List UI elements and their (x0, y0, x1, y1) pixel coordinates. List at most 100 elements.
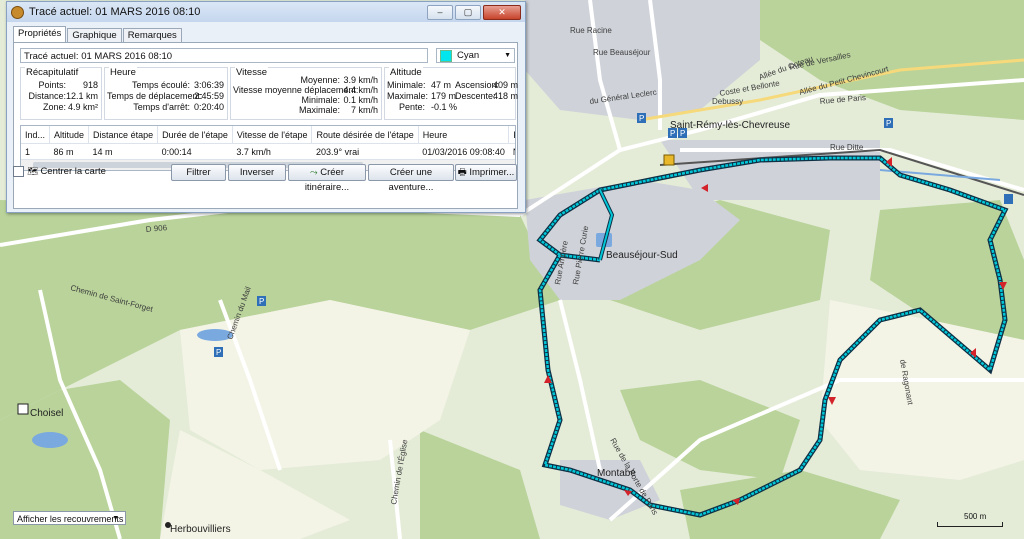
max-speed-value: 7 km/h (350, 105, 378, 115)
points-value: 918 (82, 80, 98, 90)
table-cell: 3.7 km/h (236, 146, 271, 157)
column-header[interactable]: Route désirée de l'étape (311, 126, 419, 144)
summary-title: Récapitulatif (25, 67, 80, 78)
descent-label: Descente: (455, 91, 496, 101)
altitude-group: Altitude Minimale: 47 m Maximale: 179 m … (384, 67, 519, 120)
slope-label: Pente: (399, 102, 426, 112)
map-icon: 🗺 (27, 166, 39, 176)
scale-bar-line (937, 522, 1003, 527)
close-button[interactable]: ✕ (483, 4, 521, 20)
center-map-checkbox[interactable]: 🗺 Centrer la carte (13, 166, 106, 177)
descent-value: 418 m (493, 91, 519, 101)
overlay-select-label: Afficher les recouvrements (17, 514, 124, 524)
printer-icon: 🖶 (457, 167, 467, 178)
track-color-select[interactable]: Cyan ▼ (436, 48, 515, 63)
column-header[interactable]: Ind... (21, 126, 51, 144)
print-button[interactable]: 🖶 Imprimer... (455, 164, 517, 181)
table-cell: N48° 41.917 (509, 144, 515, 160)
avg-moving-speed-value: 4.4 km/h (343, 85, 378, 95)
svg-text:P: P (259, 297, 264, 306)
table-cell: 86 m (53, 146, 74, 157)
column-header[interactable]: Position (508, 126, 515, 144)
place-label: Choisel (30, 408, 63, 419)
zone-value: 4.9 km² (67, 102, 98, 112)
min-speed-value: 0.1 km/h (343, 95, 378, 105)
table-cell: 14 m (92, 146, 113, 157)
dialog-titlebar[interactable]: Tracé actuel: 01 MARS 2016 08:10 – ▢ ✕ (7, 2, 525, 22)
minimize-button[interactable]: – (427, 4, 453, 20)
avg-moving-speed-label: Vitesse moyenne déplacement: (233, 85, 359, 95)
table-cell: 1 (25, 146, 31, 157)
chevron-down-icon: ▼ (112, 515, 119, 522)
avg-speed-value: 3.9 km/h (343, 75, 378, 85)
street-label: Rue Racine (570, 26, 612, 35)
filter-button[interactable]: Filtrer (171, 164, 226, 181)
points-label: Points: (38, 80, 66, 90)
table-cell: 01/03/2016 09:08:40 (422, 146, 505, 157)
street-label: D 906 (145, 223, 168, 234)
alt-max-label: Maximale: (387, 91, 429, 101)
time-title: Heure (109, 67, 137, 78)
column-header[interactable]: Distance étape (88, 126, 159, 144)
summary-group: Récapitulatif Points: 918 Distance: 12.1… (20, 67, 102, 120)
color-label: Cyan (457, 50, 480, 61)
center-map-label: Centrer la carte (40, 166, 106, 177)
table-row[interactable]: 1 86 m 14 m 0:00:14 3.7 km/h 203.9° vrai 01/03… (21, 144, 515, 160)
scale-label: 500 m (964, 512, 987, 521)
create-adventure-button[interactable]: Créer une aventure... (368, 164, 454, 193)
properties-panel: Tracé actuel: 01 MARS 2016 08:10 Cyan ▼ … (13, 42, 518, 209)
alt-max-value: 179 m (431, 91, 457, 101)
table-cell: 203.9° vrai (315, 146, 360, 157)
color-swatch (440, 49, 452, 62)
dialog-title: Tracé actuel: 01 MARS 2016 08:10 (29, 6, 201, 18)
table-cell: 0:00:14 (161, 146, 192, 157)
column-header[interactable]: Vitesse de l'étape (232, 126, 313, 144)
column-header[interactable]: Heure (418, 126, 510, 144)
column-header[interactable]: Altitude (49, 126, 90, 144)
alt-min-value: 47 m (431, 80, 452, 90)
max-speed-label: Maximale: (298, 105, 340, 115)
chevron-down-icon: ▼ (504, 52, 511, 59)
invert-button[interactable]: Inverser (228, 164, 286, 181)
speed-group: Vitesse Moyenne: 3.9 km/h Vitesse moyenn… (230, 67, 382, 120)
avg-speed-label: Moyenne: (300, 75, 340, 85)
place-label: Saint-Rémy-lès-Chevreuse (670, 120, 790, 131)
svg-text:P: P (639, 114, 644, 123)
altitude-title: Altitude (389, 67, 423, 78)
elapsed-label: Temps écoulé: (131, 80, 190, 90)
track-properties-dialog[interactable]: Tracé actuel: 01 MARS 2016 08:10 – ▢ ✕ P… (6, 1, 526, 213)
track-name-field[interactable]: Tracé actuel: 01 MARS 2016 08:10 (20, 48, 428, 63)
place-label: Montabé (597, 468, 636, 479)
app-icon (11, 5, 24, 19)
distance-label: Distance: (28, 91, 66, 101)
min-speed-label: Minimale: (301, 95, 340, 105)
place-label: Beauséjour-Sud (606, 250, 678, 261)
time-group: Heure Temps écoulé: 3:06:39 Temps de dép… (104, 67, 228, 120)
street-label: Rue Beauséjour (593, 48, 651, 57)
stopped-time-value: 0:20:40 (193, 102, 224, 112)
stopped-time-label: Temps d'arrêt: (133, 102, 190, 112)
table-header: Ind... Altitude Distance étape Durée de l'é… (21, 126, 515, 144)
moving-time-label: Temps de déplacement: (107, 91, 203, 101)
slope-value: -0.1 % (431, 102, 458, 112)
checkbox-box[interactable] (13, 166, 24, 177)
create-route-button[interactable]: ⤳ Créer itinéraire... (288, 164, 366, 193)
overlay-select[interactable]: Afficher les recouvrements ▼ (13, 511, 126, 525)
maximize-button[interactable]: ▢ (455, 4, 481, 20)
alt-min-label: Minimale: (387, 80, 426, 90)
elapsed-value: 3:06:39 (193, 80, 224, 90)
street-label: Debussy (712, 97, 743, 106)
svg-text:P: P (886, 119, 891, 128)
scale-bar: 500 m (937, 512, 1003, 527)
route-icon: ⤳ (309, 167, 318, 178)
svg-text:P: P (216, 348, 221, 357)
moving-time-value: 2:45:59 (193, 91, 224, 101)
zone-label: Zone: (42, 102, 66, 112)
distance-value: 12.1 km (65, 91, 98, 101)
ascent-value: 409 m (493, 80, 519, 90)
table-body: 1 86 m 14 m 0:00:14 3.7 km/h 203.9° vrai 01/03… (21, 144, 515, 160)
street-label: Rue Ditte (830, 143, 864, 152)
column-header[interactable]: Durée de l'étape (157, 126, 233, 144)
print-label: Imprimer... (469, 167, 515, 178)
place-label: Herbouvilliers (170, 524, 231, 535)
